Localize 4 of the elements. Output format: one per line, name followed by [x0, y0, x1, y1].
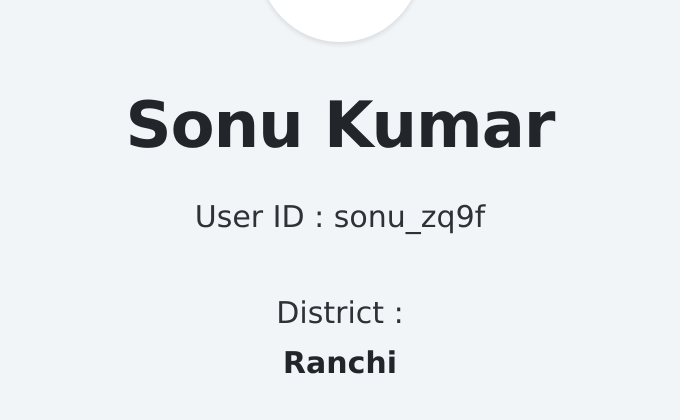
- profile-name: Sonu Kumar: [126, 88, 554, 165]
- user-id: User ID : sonu_zq9f: [194, 199, 486, 237]
- district-value: Ranchi: [282, 345, 398, 383]
- district-label: District :: [276, 295, 404, 333]
